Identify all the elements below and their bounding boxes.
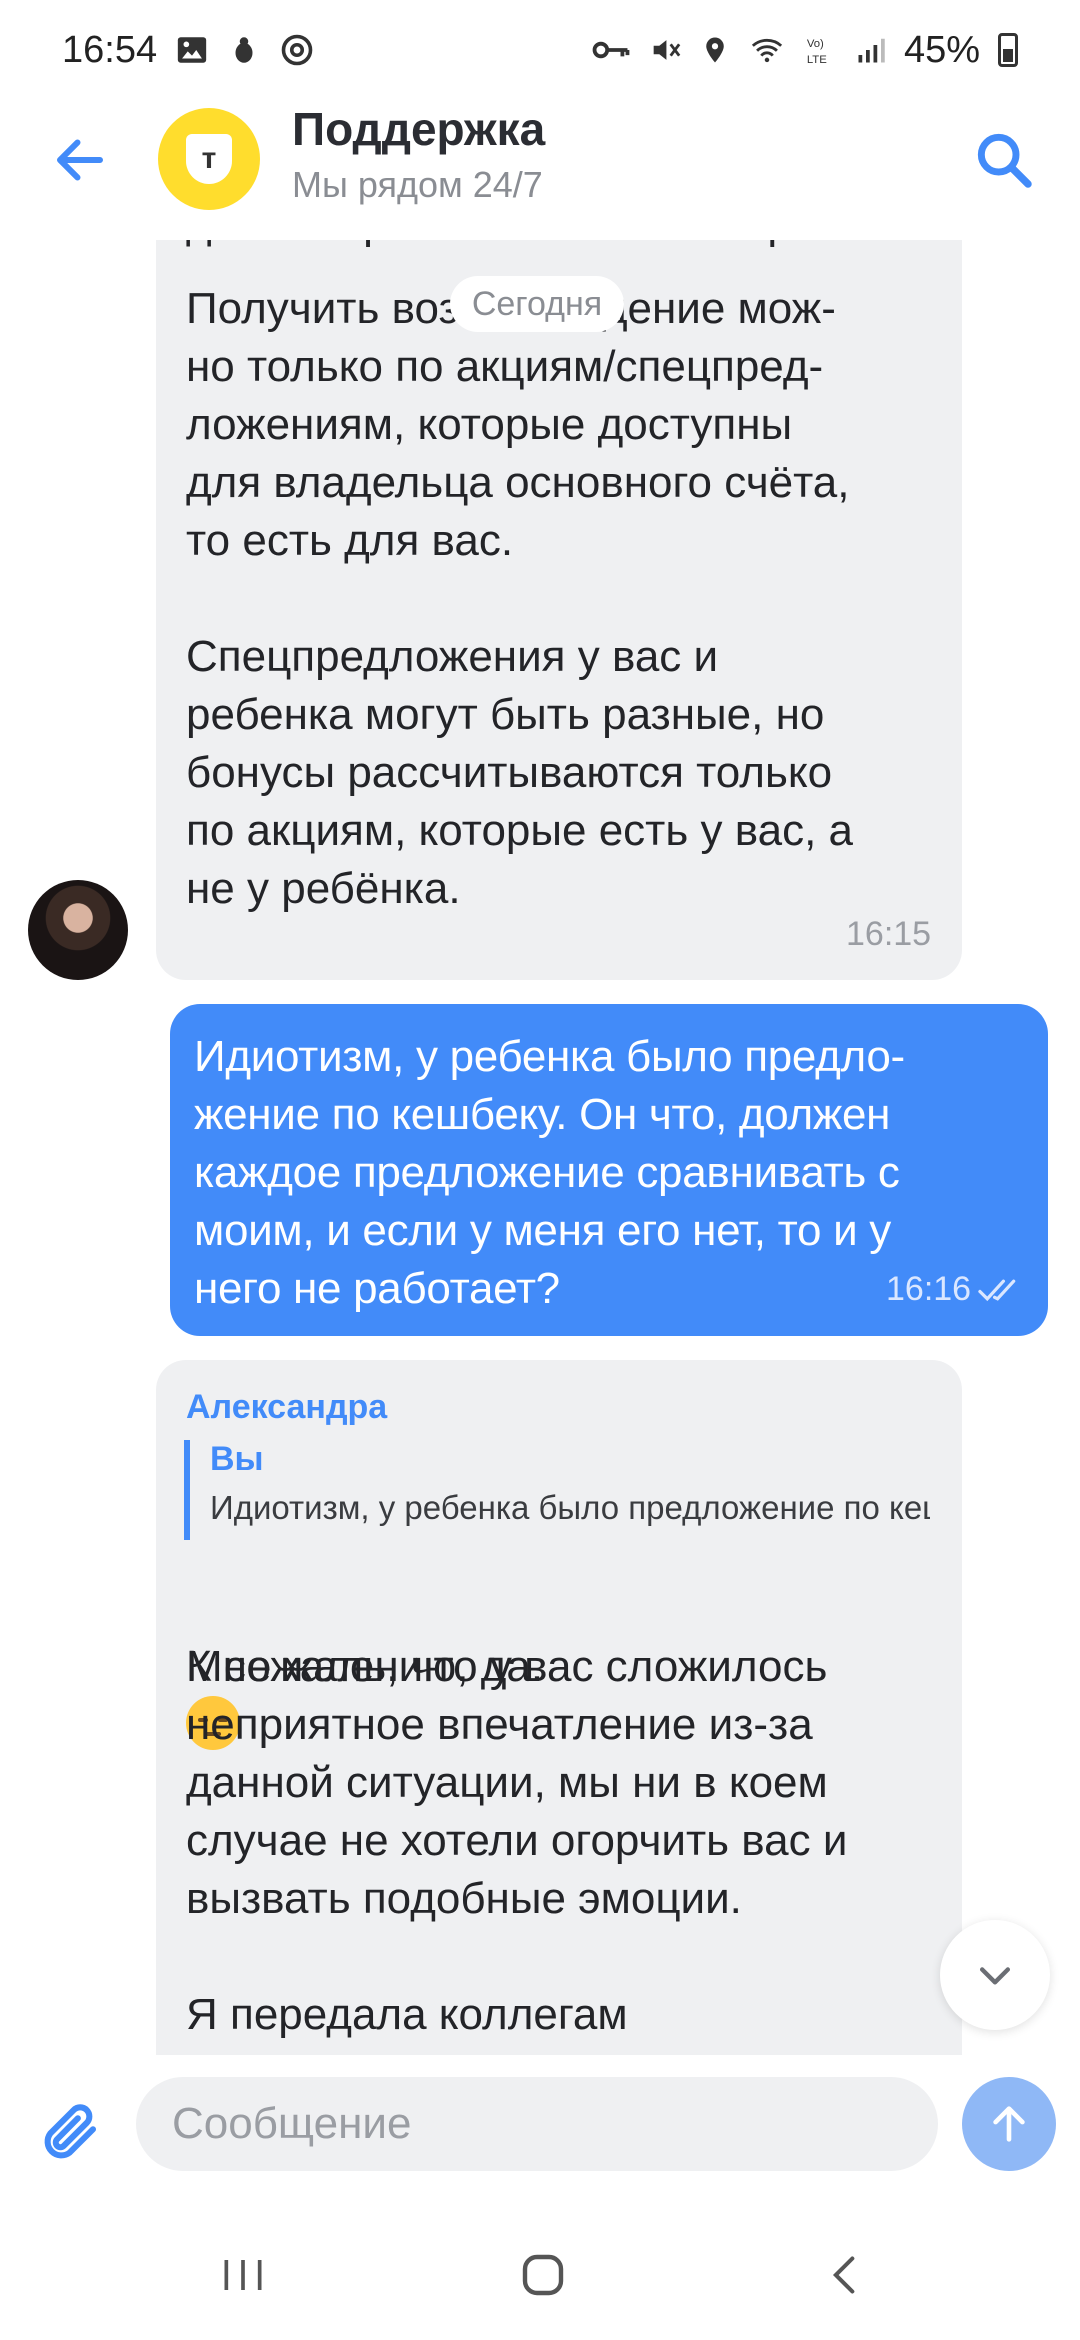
volte-icon: Vo) LTE (807, 38, 827, 66)
bug-icon (235, 37, 253, 63)
status-time: 16:54 (62, 28, 158, 71)
at-icon (281, 34, 313, 66)
svg-text:Vo): Vo) (807, 38, 824, 50)
back-button[interactable] (800, 2245, 890, 2305)
image-icon (177, 37, 207, 63)
signal-icon (858, 38, 885, 63)
recent-apps-button[interactable] (198, 2245, 288, 2305)
home-icon (522, 2254, 564, 2296)
double-check-icon (978, 1279, 1016, 1301)
recent-apps-icon (224, 2260, 262, 2290)
reply-quote[interactable]: Вы Идиотизм, у ребенка было предложение … (184, 1440, 930, 1540)
message-time: 16:15 (846, 915, 932, 953)
scroll-to-bottom-button[interactable] (940, 1920, 1050, 2030)
message-time: 16:16 (886, 1270, 972, 1308)
paperclip-icon[interactable] (38, 2099, 104, 2165)
date-separator: Сегодня (450, 276, 624, 332)
chat-title[interactable]: Поддержка (292, 102, 545, 156)
arrow-up-icon (993, 2106, 1025, 2142)
message-list[interactable]: дены и хранятся на счете карты. Получить… (0, 240, 1080, 2055)
incoming-message[interactable]: дены и хранятся на счете карты. Получить… (156, 240, 962, 980)
system-nav-bar (0, 2205, 1080, 2340)
home-button[interactable] (498, 2245, 588, 2305)
message-time-row: 16:16 (886, 1270, 1021, 1309)
chevron-down-icon (979, 1967, 1011, 1985)
avatar[interactable] (28, 880, 128, 980)
message-text: Получить вознаграждение мож- но только п… (186, 284, 853, 913)
quote-text: Идиотизм, у ребенка было предложение по … (210, 1489, 930, 1526)
wifi-icon (751, 38, 783, 63)
battery-percent: 45% (903, 28, 980, 71)
chat-header: т Поддержка Мы рядом 24/7 (0, 100, 1080, 240)
send-button[interactable] (962, 2077, 1056, 2171)
quote-author: Вы (210, 1440, 264, 1478)
sender-name: Александра (186, 1388, 388, 1426)
bank-logo[interactable]: т (158, 108, 260, 210)
svg-text:LTE: LTE (807, 54, 827, 66)
logo-letter: т (201, 142, 217, 175)
status-left: 16:54 (62, 29, 315, 72)
key-icon (592, 41, 630, 59)
location-icon (706, 37, 724, 63)
back-chevron-icon (832, 2256, 855, 2294)
chat-subtitle: Мы рядом 24/7 (292, 164, 543, 205)
mute-icon (653, 40, 681, 60)
search-icon[interactable] (972, 128, 1036, 192)
message-composer (0, 2055, 1080, 2205)
battery-icon (998, 33, 1018, 67)
message-text-cut: дены и хранятся на счете карты. (186, 240, 946, 248)
status-bar: 16:54 Vo) LTE 45% (0, 0, 1080, 100)
outgoing-message[interactable]: Идиотизм, у ребенка было предло- жение п… (170, 1004, 1048, 1336)
status-right: Vo) LTE 45% (592, 29, 1018, 72)
message-text: Мне жаль, что у вас сложилось неприятное… (186, 1642, 848, 2039)
logo-shield-icon: т (186, 134, 232, 184)
message-input[interactable] (136, 2077, 938, 2171)
back-arrow-icon[interactable] (50, 130, 110, 190)
incoming-message[interactable]: Александра Вы Идиотизм, у ребенка было п… (156, 1360, 962, 2055)
